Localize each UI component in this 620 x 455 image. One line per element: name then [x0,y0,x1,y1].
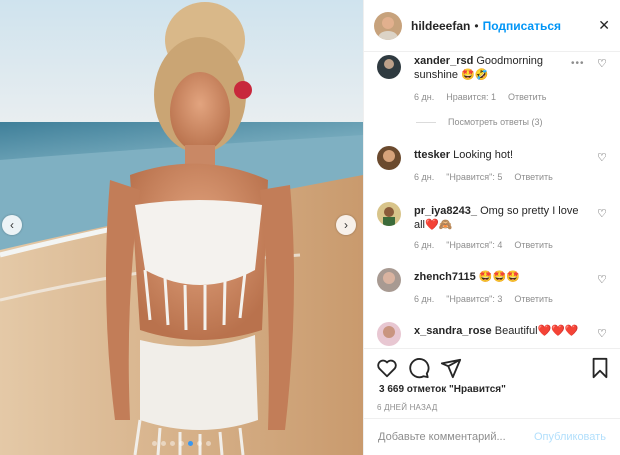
bookmark-icon[interactable] [589,357,611,379]
carousel-dot [197,441,202,446]
replies-divider [416,121,436,123]
carousel-dot [206,441,211,446]
post-modal: ‹ › hildeeefan • Подписаться ✕ xander_rs… [0,0,620,455]
chevron-right-icon: › [344,218,348,232]
comment-username[interactable]: pr_iya8243_ [414,205,477,217]
heart-icon[interactable]: ♡ [597,273,607,286]
avatar[interactable] [377,202,401,226]
carousel-dot [179,441,184,446]
carousel-dot [170,441,175,446]
avatar[interactable] [377,268,401,292]
previous-slide-button[interactable]: ‹ [2,215,22,235]
reply-button[interactable]: Ответить [514,294,552,304]
add-comment-bar: Добавьте комментарий... Опубликовать [364,418,620,455]
more-options-icon[interactable]: ••• [571,58,585,69]
comment-likes[interactable]: "Нравится": 5 [446,172,502,182]
carousel-dot-active [188,441,193,446]
comment-meta: 6 дн. "Нравится": 4 Ответить [414,240,565,250]
comment-text: zhench7115 🤩🤩🤩 [414,270,584,284]
comment-meta: 6 дн. "Нравится": 5 Ответить [414,172,565,182]
follow-button[interactable]: Подписаться [483,19,561,33]
likes-count[interactable]: 3 669 отметок "Нравится" [379,384,506,395]
post-timestamp: 6 ДНЕЙ НАЗАД [377,403,438,412]
heart-icon[interactable]: ♡ [597,327,607,340]
comment-input[interactable]: Добавьте комментарий... [378,431,506,443]
avatar[interactable] [377,146,401,170]
comment-text: pr_iya8243_ Omg so pretty I love all❤️🙈 [414,204,584,232]
separator-dot: • [474,18,479,33]
comment-content: 🤩🤩🤩 [478,271,520,283]
author-username[interactable]: hildeeefan [411,19,470,33]
heart-icon[interactable]: ♡ [597,57,607,70]
close-icon[interactable]: ✕ [598,17,610,34]
chevron-left-icon: ‹ [10,218,14,232]
comments-list: xander_rsd Goodmorning sunshine 🤩🤣 ••• ♡… [364,52,620,348]
post-media: ‹ › [0,0,363,455]
comment-text: x_sandra_rose Beautiful❤️❤️❤️ [414,324,584,338]
post-actions [364,348,620,384]
author-avatar[interactable] [374,11,402,40]
reply-button[interactable]: Ответить [514,240,552,250]
next-slide-button[interactable]: › [336,215,356,235]
publish-button[interactable]: Опубликовать [534,431,606,443]
comment-meta: 6 дн. Нравится: 1 Ответить [414,92,558,102]
reply-button[interactable]: Ответить [514,172,552,182]
heart-icon[interactable]: ♡ [597,151,607,164]
post-sidebar: hildeeefan • Подписаться ✕ xander_rsd Go… [363,0,620,455]
comment-age: 6 дн. [414,294,435,304]
view-replies-label: Посмотреть ответы (3) [448,117,543,127]
share-send-icon[interactable] [440,357,462,379]
comment-age: 6 дн. [414,172,435,182]
view-replies-button[interactable]: Посмотреть ответы (3) [416,117,543,127]
carousel-indicator [0,441,363,446]
comment-text: xander_rsd Goodmorning sunshine 🤩🤣 [414,54,584,82]
carousel-dot [161,441,166,446]
like-heart-icon[interactable] [376,357,398,379]
comment-age: 6 дн. [414,240,435,250]
heart-icon[interactable]: ♡ [597,207,607,220]
carousel-dot [152,441,157,446]
comment-content: Beautiful❤️❤️❤️ [494,325,579,337]
comment-likes[interactable]: "Нравится": 4 [446,240,502,250]
post-photo [0,0,363,455]
reply-button[interactable]: Ответить [508,92,546,102]
post-header: hildeeefan • Подписаться ✕ [364,0,620,52]
comment-likes[interactable]: "Нравится": 3 [446,294,502,304]
comment-bubble-icon[interactable] [408,357,430,379]
comment-text: ttesker Looking hot! [414,148,584,162]
comment-username[interactable]: zhench7115 [414,271,476,283]
comment-meta: 6 дн. "Нравится": 3 Ответить [414,294,565,304]
comment-username[interactable]: x_sandra_rose [414,325,492,337]
comment-likes[interactable]: Нравится: 1 [446,92,496,102]
avatar[interactable] [377,55,401,79]
comment-content: Looking hot! [453,149,514,161]
comment-username[interactable]: ttesker [414,149,450,161]
comment-username[interactable]: xander_rsd [414,55,473,67]
comment-age: 6 дн. [414,92,435,102]
avatar[interactable] [377,322,401,346]
